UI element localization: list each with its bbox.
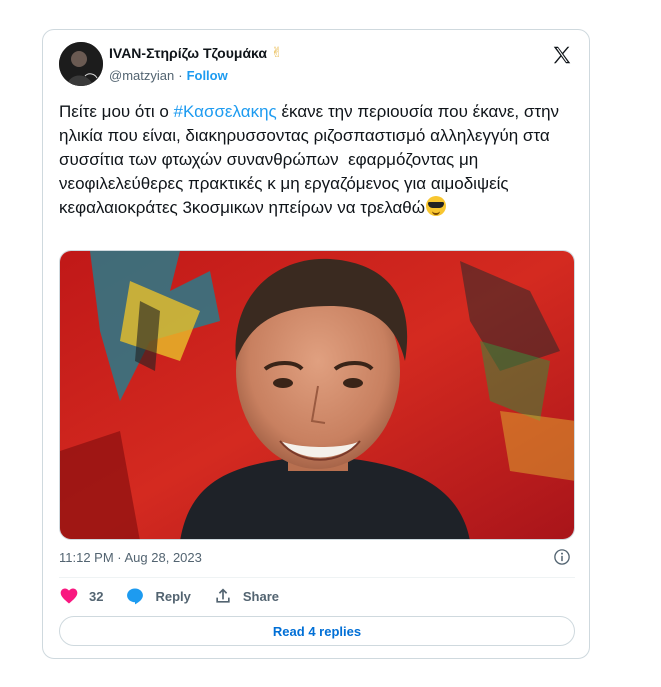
divider bbox=[59, 577, 575, 578]
reply-button[interactable]: Reply bbox=[125, 586, 191, 606]
tweet-timestamp[interactable]: 11:12 PM · Aug 28, 2023 bbox=[59, 550, 202, 565]
tweet-card: IVAN-Στηρίζω Τζουμάκα ✌ @matzyian · Foll… bbox=[42, 29, 590, 659]
share-button[interactable]: Share bbox=[213, 586, 279, 606]
victory-hand-icon: ✌ bbox=[271, 44, 283, 60]
author-handle[interactable]: @matzyian bbox=[109, 68, 174, 83]
reply-label: Reply bbox=[155, 588, 191, 604]
like-button[interactable]: 32 bbox=[59, 586, 103, 606]
share-label: Share bbox=[242, 588, 280, 604]
hashtag-link[interactable]: #Κασσελακης bbox=[174, 102, 277, 121]
tweet-text: Πείτε μου ότι ο #Κασσελακης έκανε την πε… bbox=[59, 100, 579, 220]
share-upload-icon bbox=[216, 588, 230, 603]
read-replies-button[interactable]: Read 4 replies bbox=[59, 616, 575, 646]
tweet-photo[interactable] bbox=[59, 250, 575, 540]
tweet-text-start: Πείτε μου ότι ο bbox=[59, 102, 174, 121]
author-display-name[interactable]: IVAN-Στηρίζω Τζουμάκα bbox=[109, 45, 267, 61]
author-avatar[interactable] bbox=[59, 42, 103, 86]
author-handle-row: @matzyian · Follow bbox=[109, 68, 228, 83]
author-name-row[interactable]: IVAN-Στηρίζω Τζουμάκα ✌ bbox=[109, 44, 283, 61]
sunglasses-emoji-icon bbox=[426, 196, 447, 216]
heart-icon bbox=[60, 588, 78, 604]
reply-bubble-icon bbox=[127, 588, 144, 605]
tweet-actions: 32 Reply Share bbox=[59, 586, 301, 606]
x-logo-icon[interactable] bbox=[551, 44, 573, 66]
info-icon[interactable] bbox=[553, 548, 571, 566]
follow-button[interactable]: Follow bbox=[187, 68, 228, 83]
like-count: 32 bbox=[89, 588, 104, 604]
handle-separator: · bbox=[178, 68, 183, 83]
